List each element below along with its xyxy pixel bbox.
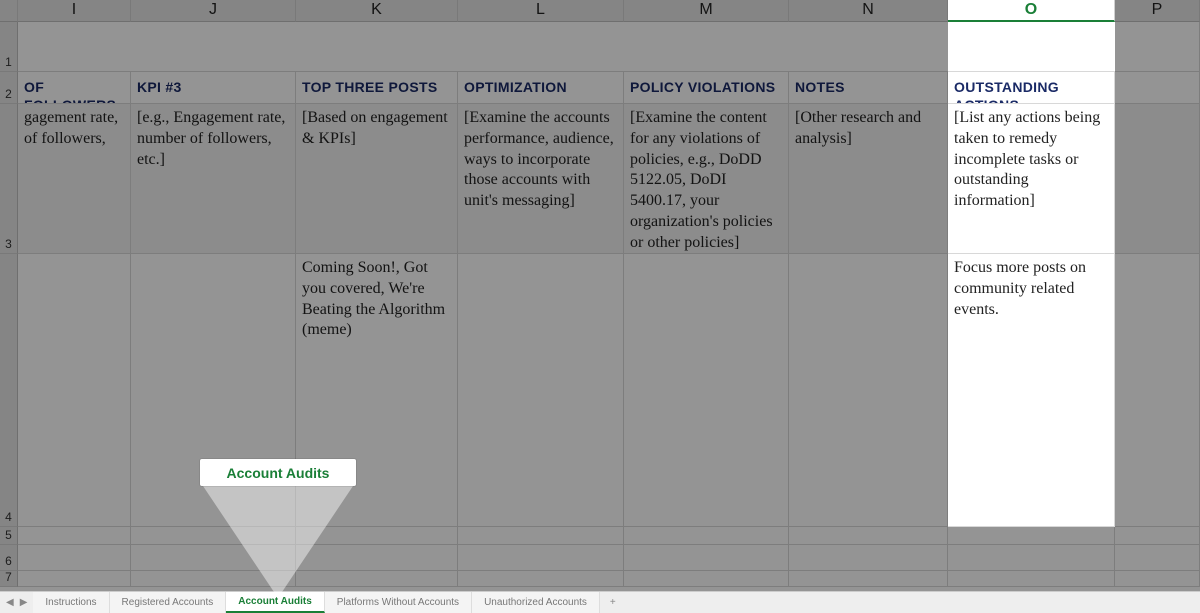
sheet-nav-prev-icon[interactable]: ◀ bbox=[6, 597, 14, 608]
col-header-J[interactable]: J bbox=[131, 0, 296, 22]
header-outstanding-actions[interactable]: OUTSTANDING ACTIONS bbox=[948, 72, 1115, 104]
cell-M4[interactable] bbox=[624, 254, 789, 527]
cell-row1-merged[interactable] bbox=[18, 22, 1200, 72]
col-header-M[interactable]: M bbox=[624, 0, 789, 22]
cell-P7[interactable] bbox=[1115, 571, 1200, 587]
row-header-1[interactable]: 1 bbox=[0, 22, 18, 72]
row-headers: 1 2 3 4 5 6 7 bbox=[0, 22, 18, 587]
col-header-I[interactable]: I bbox=[18, 0, 131, 22]
add-sheet-button[interactable]: + bbox=[600, 592, 626, 613]
row-header-3[interactable]: 3 bbox=[0, 104, 18, 254]
cell-L7[interactable] bbox=[458, 571, 624, 587]
header-policy-violations[interactable]: POLICY VIOLATIONS bbox=[624, 72, 789, 104]
cell-O6[interactable] bbox=[948, 545, 1115, 571]
cell-N5[interactable] bbox=[789, 527, 948, 545]
cell-N3[interactable]: [Other research and analysis] bbox=[789, 104, 948, 254]
row-header-6[interactable]: 6 bbox=[0, 545, 18, 571]
sheet-tab-bar: ◀ ▶ Instructions Registered Accounts Acc… bbox=[0, 591, 1200, 613]
cell-N7[interactable] bbox=[789, 571, 948, 587]
col-header-O[interactable]: O bbox=[948, 0, 1115, 22]
cell-M7[interactable] bbox=[624, 571, 789, 587]
header-notes[interactable]: NOTES bbox=[789, 72, 948, 104]
select-all-corner[interactable] bbox=[0, 0, 18, 22]
cell-M5[interactable] bbox=[624, 527, 789, 545]
cell-P6[interactable] bbox=[1115, 545, 1200, 571]
col-header-N[interactable]: N bbox=[789, 0, 948, 22]
cell-I4[interactable] bbox=[18, 254, 131, 527]
grid: OF FOLLOWERS KPI #3 TOP THREE POSTS OPTI… bbox=[18, 22, 1200, 587]
cell-O4[interactable]: Focus more posts on community related ev… bbox=[948, 254, 1115, 527]
cell-O7[interactable] bbox=[948, 571, 1115, 587]
cell-I3[interactable]: gagement rate, of followers, bbox=[18, 104, 131, 254]
cell-O3[interactable]: [List any actions being taken to remedy … bbox=[948, 104, 1115, 254]
cell-I7[interactable] bbox=[18, 571, 131, 587]
col-header-L[interactable]: L bbox=[458, 0, 624, 22]
cell-P3[interactable] bbox=[1115, 104, 1200, 254]
column-headers: I J K L M N O P bbox=[0, 0, 1200, 22]
cell-L5[interactable] bbox=[458, 527, 624, 545]
header-top-three-posts[interactable]: TOP THREE POSTS bbox=[296, 72, 458, 104]
sheet-nav-next-icon[interactable]: ▶ bbox=[20, 597, 28, 608]
spreadsheet-app: I J K L M N O P 1 2 3 4 5 6 7 OF FOLLOWE… bbox=[0, 0, 1200, 613]
row-header-5[interactable]: 5 bbox=[0, 527, 18, 545]
cell-L4[interactable] bbox=[458, 254, 624, 527]
callout-account-audits: Account Audits bbox=[200, 459, 356, 486]
cell-P5[interactable] bbox=[1115, 527, 1200, 545]
cell-J3[interactable]: [e.g., Engagement rate, number of follow… bbox=[131, 104, 296, 254]
cell-M6[interactable] bbox=[624, 545, 789, 571]
cell-M3[interactable]: [Examine the content for any violations … bbox=[624, 104, 789, 254]
row-header-7[interactable]: 7 bbox=[0, 571, 18, 587]
col-header-K[interactable]: K bbox=[296, 0, 458, 22]
cell-N4[interactable] bbox=[789, 254, 948, 527]
header-kpi3[interactable]: KPI #3 bbox=[131, 72, 296, 104]
cell-L3[interactable]: [Examine the accounts performance, audie… bbox=[458, 104, 624, 254]
col-header-P[interactable]: P bbox=[1115, 0, 1200, 22]
tab-unauthorized-accounts[interactable]: Unauthorized Accounts bbox=[472, 592, 600, 613]
sheet-nav: ◀ ▶ bbox=[0, 592, 33, 613]
tab-instructions[interactable]: Instructions bbox=[33, 592, 109, 613]
row-header-4[interactable]: 4 bbox=[0, 254, 18, 527]
cell-L6[interactable] bbox=[458, 545, 624, 571]
header-optimization[interactable]: OPTIMIZATION bbox=[458, 72, 624, 104]
header-p[interactable] bbox=[1115, 72, 1200, 104]
cell-I5[interactable] bbox=[18, 527, 131, 545]
header-of-followers[interactable]: OF FOLLOWERS bbox=[18, 72, 131, 104]
row-header-2[interactable]: 2 bbox=[0, 72, 18, 104]
callout-arrow-icon bbox=[203, 486, 353, 598]
cell-K3[interactable]: [Based on engagement & KPIs] bbox=[296, 104, 458, 254]
cell-N6[interactable] bbox=[789, 545, 948, 571]
cell-O5[interactable] bbox=[948, 527, 1115, 545]
cell-P4[interactable] bbox=[1115, 254, 1200, 527]
cell-I6[interactable] bbox=[18, 545, 131, 571]
